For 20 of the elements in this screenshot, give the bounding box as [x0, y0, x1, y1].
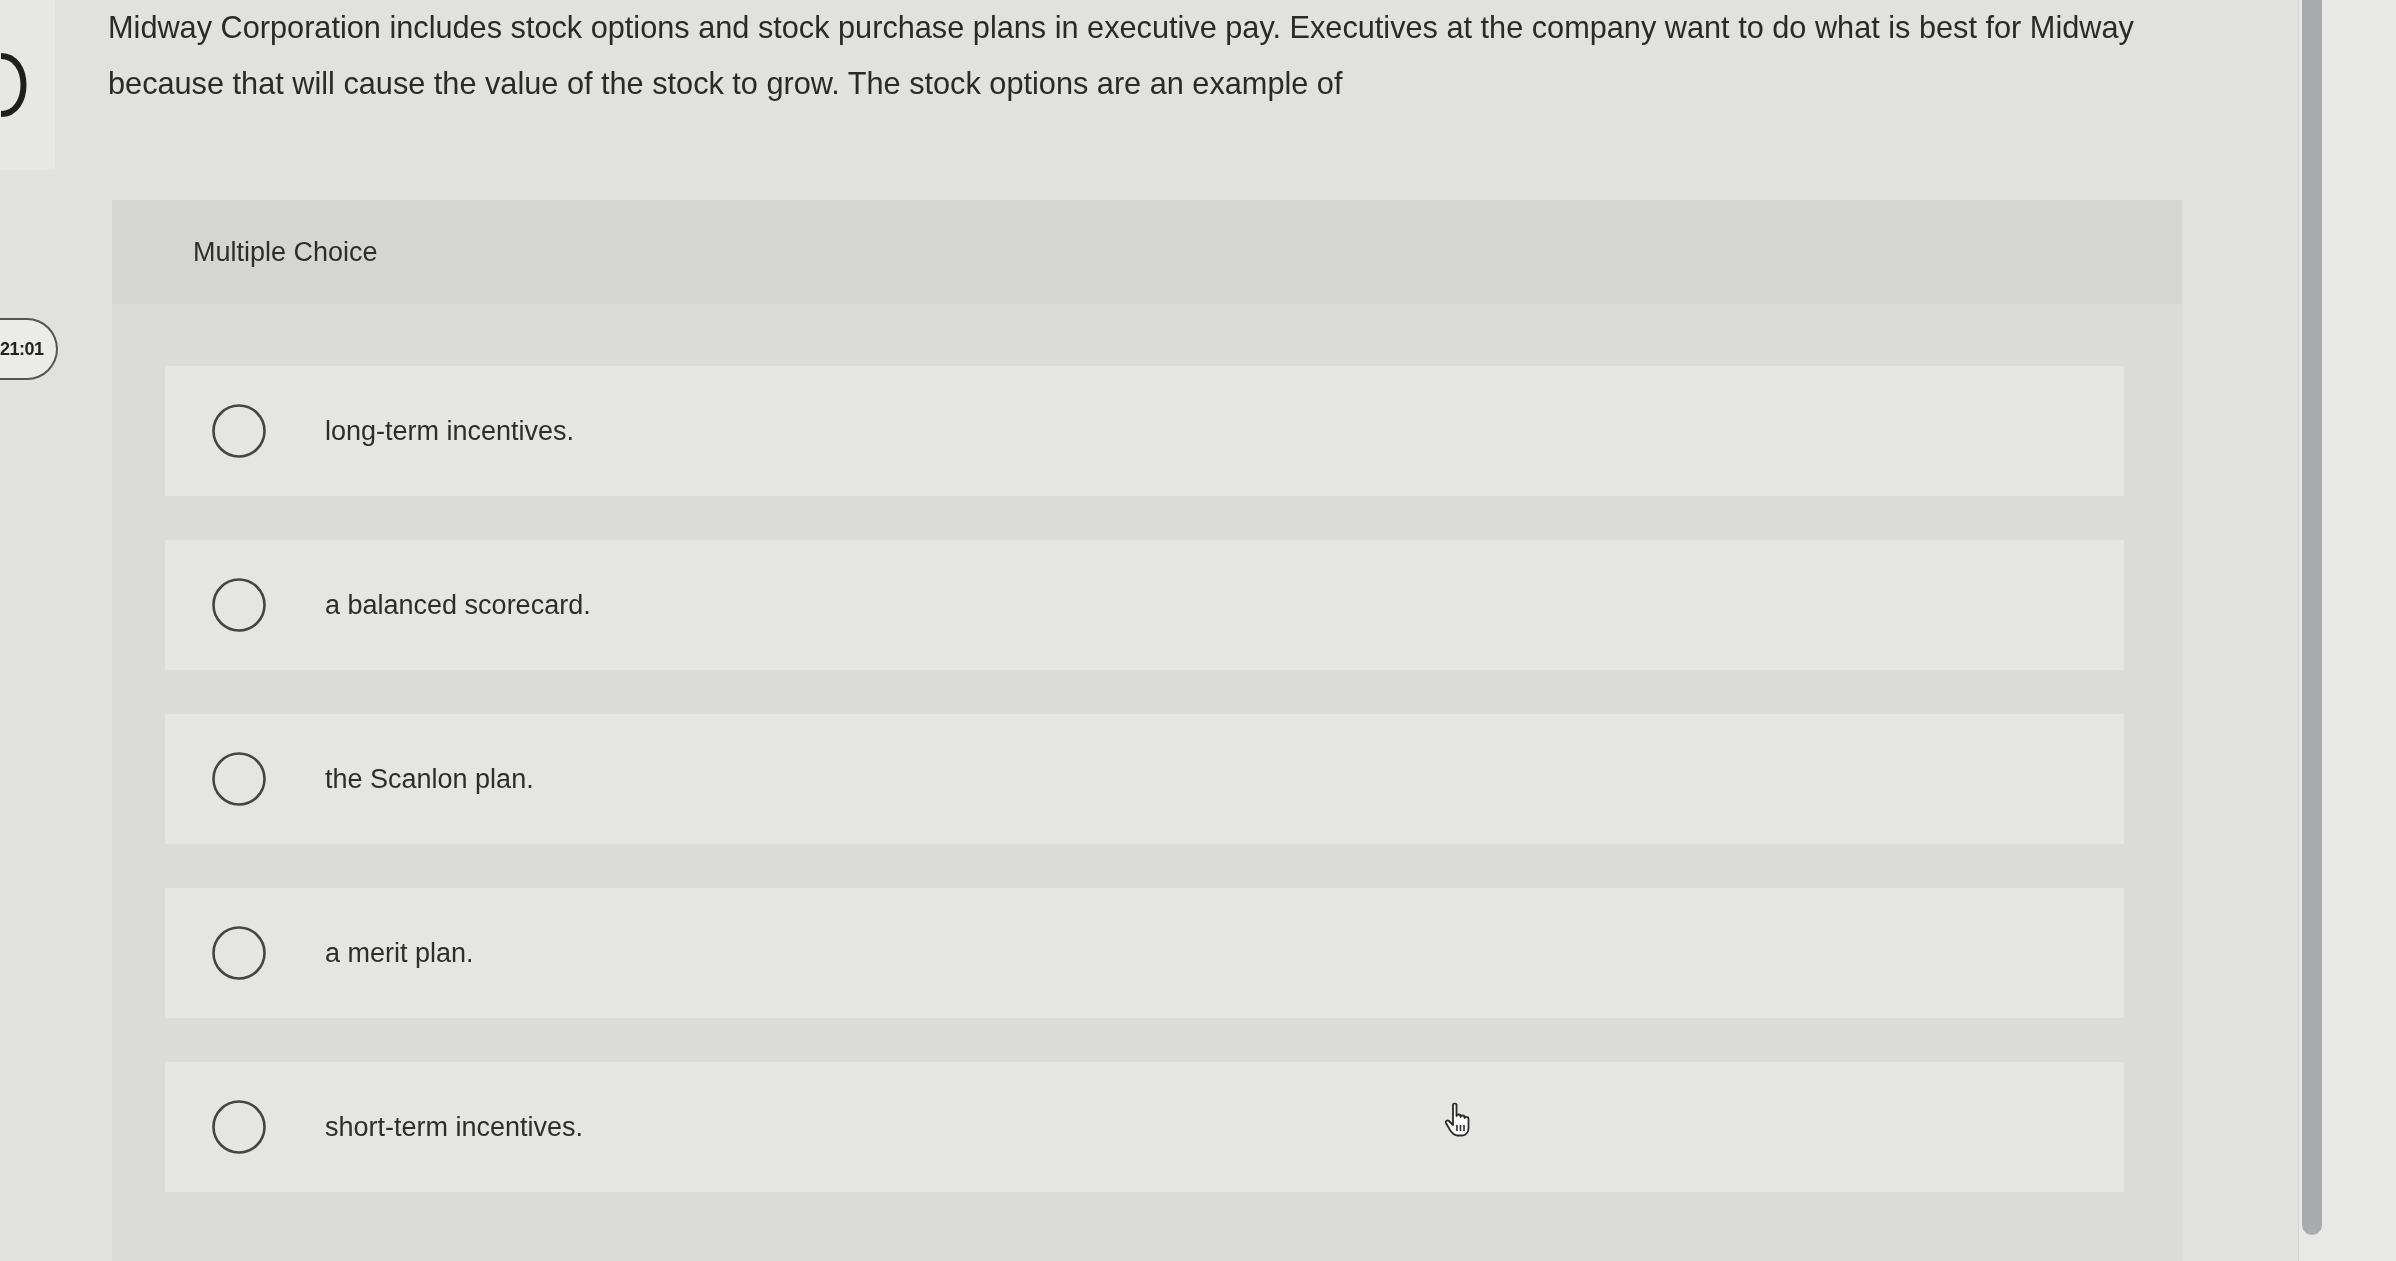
- option-label: the Scanlon plan.: [325, 763, 534, 795]
- radio-button[interactable]: [212, 1100, 266, 1154]
- answer-option[interactable]: short-term incentives.: [165, 1062, 2124, 1192]
- option-label: a balanced scorecard.: [325, 589, 591, 621]
- radio-button[interactable]: [212, 404, 266, 458]
- option-label: a merit plan.: [325, 937, 474, 969]
- answer-option[interactable]: a balanced scorecard.: [165, 540, 2124, 670]
- panel-heading: Multiple Choice: [193, 236, 378, 268]
- option-label: short-term incentives.: [325, 1111, 584, 1143]
- question-text: Midway Corporation includes stock options and stock purchase plans in executive pay. Executives at the company want to do what is best for Midway because that will cause the value of the stock to grow. The stock options are an example of: [108, 9, 2135, 103]
- ring-icon: [0, 53, 28, 117]
- timer-badge: 21:01: [0, 318, 58, 380]
- scrollbar-thumb[interactable]: [2302, 0, 2322, 1235]
- radio-button[interactable]: [212, 926, 266, 980]
- radio-button[interactable]: [212, 752, 266, 806]
- radio-button[interactable]: [212, 578, 266, 632]
- option-label: long-term incentives.: [325, 415, 575, 447]
- answer-option[interactable]: the Scanlon plan.: [165, 714, 2124, 844]
- answer-option[interactable]: a merit plan.: [165, 888, 2124, 1018]
- answer-option[interactable]: long-term incentives.: [165, 366, 2124, 496]
